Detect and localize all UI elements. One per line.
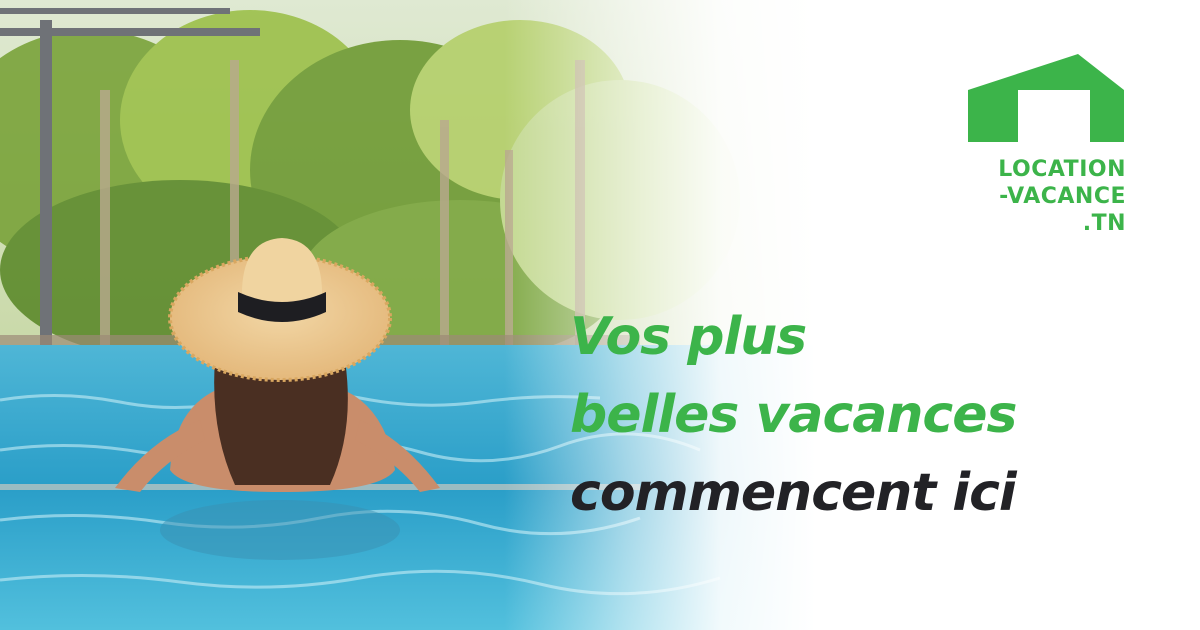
headline-line-3: commencent ici — [570, 463, 1017, 523]
headline-line-1: Vos plus — [570, 307, 807, 367]
logo-line-1: LOCATION — [998, 157, 1126, 182]
logo-line-3: .TN — [1082, 211, 1126, 236]
house-icon — [968, 54, 1124, 142]
headline-line-2: belles vacances — [570, 385, 1017, 445]
brand-logo[interactable]: LOCATION -VACANCE .TN — [966, 54, 1126, 244]
logo-line-2: -VACANCE — [999, 184, 1126, 209]
headline: Vos plus belles vacances commencent ici — [570, 298, 1170, 532]
logo-wordmark: LOCATION -VACANCE .TN — [966, 156, 1126, 237]
